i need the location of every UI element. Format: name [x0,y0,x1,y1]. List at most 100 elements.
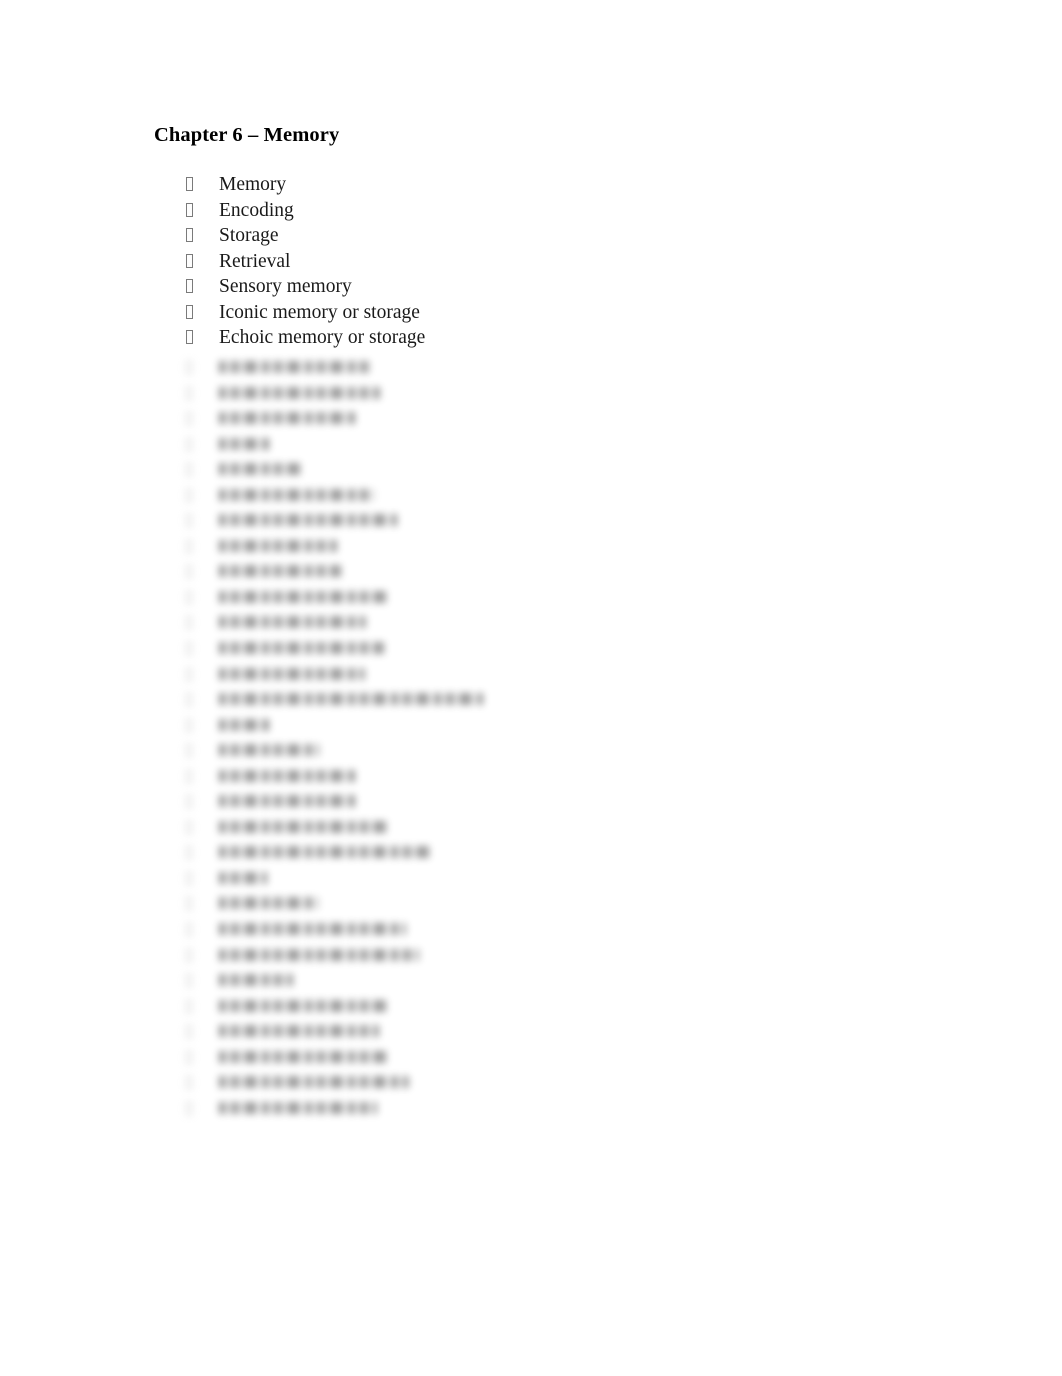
redacted-list-item-label [219,744,319,757]
redacted-list-item[interactable] [0,917,1062,943]
bullet-box-icon [186,386,192,400]
redacted-list-item[interactable] [0,1070,1062,1096]
redacted-list-item-label [219,1101,377,1114]
bullet-box-icon [186,1025,192,1039]
redacted-list-item-label [219,999,386,1012]
redacted-list-item-label [219,437,272,450]
outline-list: Memory Encoding Storage Retrieval Sensor… [0,172,1062,351]
bullet-box-icon [186,361,192,374]
redacted-list-item-label [219,1050,387,1063]
redacted-list-item-label [219,514,397,527]
redacted-list-item-label [219,488,374,501]
page-title: Chapter 6 – Memory [154,124,340,146]
list-item-label: Sensory memory [219,276,352,298]
redacted-outline-list [0,355,1062,1121]
bullet-box-icon [186,616,192,630]
redacted-list-item[interactable] [0,968,1062,994]
redacted-list-item[interactable] [0,457,1062,483]
redacted-list-item[interactable] [0,1019,1062,1045]
redacted-list-item-label [219,386,380,399]
redacted-list-item[interactable] [0,840,1062,866]
redacted-list-item-label [219,820,386,833]
bullet-box-icon [186,923,192,937]
bullet-box-icon [186,279,193,294]
list-item-label: Memory [219,174,287,195]
bullet-box-icon [186,744,192,758]
redacted-list-item-label [219,923,406,936]
redacted-list-item[interactable] [0,508,1062,534]
redacted-list-item-label [219,463,302,476]
redacted-list-item[interactable] [0,738,1062,764]
bullet-box-icon [186,412,192,426]
redacted-list-item[interactable] [0,764,1062,790]
redacted-list-item[interactable] [0,1045,1062,1071]
list-item[interactable]: Encoding [0,198,1062,224]
redacted-list-item-label [219,590,388,603]
bullet-box-icon [186,871,192,885]
list-item-label: Iconic memory or storage [219,301,420,323]
redacted-list-item[interactable] [0,943,1062,969]
redacted-list-item[interactable] [0,432,1062,458]
redacted-list-item-label [219,693,483,706]
redacted-list-item[interactable] [0,866,1062,892]
bullet-box-icon [186,253,193,268]
redacted-list-item-label [219,361,371,373]
bullet-box-icon [186,1050,192,1064]
redacted-list-item-label [219,539,337,552]
redacted-list-item[interactable] [0,662,1062,688]
redacted-list-item[interactable] [0,406,1062,432]
redacted-list-item[interactable] [0,381,1062,407]
bullet-box-icon [186,202,193,217]
bullet-box-icon [186,667,192,681]
redacted-list-item-label [219,642,384,655]
bullet-box-icon [186,330,193,345]
list-item-label: Retrieval [219,250,291,272]
redacted-list-item[interactable] [0,1096,1062,1122]
redacted-list-item[interactable] [0,815,1062,841]
redacted-list-item[interactable] [0,559,1062,585]
redacted-list-item[interactable] [0,713,1062,739]
bullet-box-icon [186,846,192,860]
redacted-list-item[interactable] [0,789,1062,815]
redacted-list-item[interactable] [0,355,1062,381]
redacted-list-item-label [219,795,356,808]
redacted-list-item[interactable] [0,994,1062,1020]
bullet-box-icon [186,795,192,809]
redacted-list-item[interactable] [0,891,1062,917]
bullet-box-icon [186,228,193,243]
redacted-list-item-label [219,565,341,578]
document-page: Chapter 6 – Memory Memory Encoding Stora… [0,0,1062,1376]
bullet-box-icon [186,1076,192,1090]
redacted-list-item-label [219,616,366,629]
list-item[interactable]: Storage [0,223,1062,249]
bullet-box-icon [186,488,192,502]
redacted-list-item[interactable] [0,483,1062,509]
bullet-box-icon [186,948,192,962]
bullet-box-icon [186,304,193,319]
list-item[interactable]: Retrieval [0,249,1062,275]
redacted-list-item[interactable] [0,534,1062,560]
list-item[interactable]: Iconic memory or storage [0,300,1062,326]
redacted-list-item[interactable] [0,636,1062,662]
redacted-list-item[interactable] [0,585,1062,611]
bullet-box-icon [186,642,192,656]
bullet-box-icon [186,437,192,451]
redacted-list-item-label [219,1025,379,1038]
bullet-box-icon [186,565,192,579]
redacted-list-item-label [219,667,365,680]
bullet-box-icon [186,999,192,1013]
redacted-list-item-label [219,718,271,731]
list-item-label: Echoic memory or storage [219,327,426,349]
bullet-box-icon [186,463,192,477]
redacted-list-item[interactable] [0,687,1062,713]
redacted-list-item[interactable] [0,610,1062,636]
list-item[interactable]: Sensory memory [0,274,1062,300]
redacted-list-item-label [219,412,359,425]
bullet-box-icon [186,177,193,191]
bullet-box-icon [186,897,192,911]
list-item[interactable]: Echoic memory or storage [0,325,1062,351]
bullet-box-icon [186,974,192,988]
redacted-list-item-label [219,769,359,782]
list-item[interactable]: Memory [0,172,1062,198]
redacted-list-item-label [219,871,267,884]
